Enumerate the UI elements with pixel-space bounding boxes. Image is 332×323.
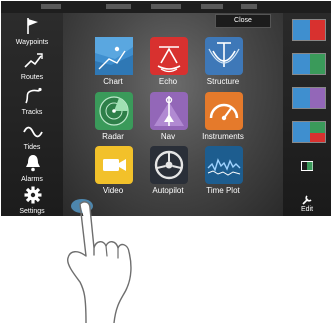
- close-button[interactable]: Close: [215, 14, 271, 28]
- status-indicator: [151, 4, 181, 9]
- nav-icon: [154, 96, 184, 126]
- edit-label: Edit: [300, 206, 314, 213]
- favorite-page-chart-nav[interactable]: [292, 87, 326, 109]
- status-indicator: [241, 4, 257, 9]
- autopilot-icon: [154, 150, 184, 180]
- sidebar: Waypoints Routes Tracks Tides Alarms Set…: [1, 13, 63, 216]
- sidebar-item-label: Routes: [20, 74, 44, 81]
- app-tile-time-plot[interactable]: Time Plot: [195, 146, 251, 202]
- sidebar-item-label: Tides: [23, 144, 41, 151]
- hand-pointer-icon: [67, 201, 132, 323]
- app-tile-chart[interactable]: Chart: [85, 37, 141, 93]
- sidebar-item-label: Alarms: [21, 176, 43, 183]
- status-indicator: [41, 4, 61, 9]
- app-tile-autopilot[interactable]: Autopilot: [140, 146, 196, 202]
- echo-icon: [157, 46, 181, 73]
- gear-icon: [24, 186, 42, 204]
- route-icon: [24, 53, 43, 68]
- favorite-page-chart-echo-radar[interactable]: [292, 121, 326, 143]
- radar-icon: [99, 96, 129, 126]
- sidebar-item-routes[interactable]: Routes: [1, 50, 63, 88]
- app-label: Time Plot: [206, 186, 240, 195]
- app-label: Structure: [206, 77, 240, 86]
- favorite-page-chart-radar[interactable]: [292, 53, 326, 75]
- bell-icon: [26, 155, 40, 172]
- tide-wave-icon: [23, 126, 43, 138]
- track-icon: [25, 87, 42, 104]
- app-tile-structure[interactable]: Structure: [195, 37, 251, 93]
- chart-icon: [95, 37, 133, 75]
- app-tile-radar[interactable]: Radar: [85, 92, 141, 148]
- sidebar-item-tracks[interactable]: Tracks: [1, 85, 63, 123]
- add-page-icon[interactable]: [301, 161, 313, 171]
- app-label: Instruments: [202, 132, 244, 141]
- display-screen: Waypoints Routes Tracks Tides Alarms Set…: [1, 1, 331, 216]
- sidebar-item-settings[interactable]: Settings: [1, 184, 63, 216]
- sidebar-item-label: Waypoints: [15, 39, 49, 46]
- flag-icon: [27, 18, 38, 34]
- video-icon: [103, 159, 126, 171]
- status-bar: [1, 1, 331, 13]
- time-plot-icon: [207, 158, 241, 176]
- status-indicator: [106, 4, 131, 9]
- structure-icon: [208, 42, 240, 67]
- sidebar-item-waypoints[interactable]: Waypoints: [1, 15, 63, 53]
- favorite-page-chart-echo[interactable]: [292, 19, 326, 41]
- instruments-icon: [209, 103, 239, 121]
- sidebar-item-label: Settings: [19, 208, 45, 215]
- sidebar-item-label: Tracks: [21, 109, 43, 116]
- app-launcher: Close Chart Echo Structure Radar Nav Ins…: [63, 13, 283, 216]
- app-tile-nav[interactable]: Nav: [140, 92, 196, 148]
- app-tile-instruments[interactable]: Instruments: [195, 92, 251, 148]
- favorites-panel: Edit: [283, 13, 331, 216]
- status-indicator: [201, 4, 223, 9]
- app-tile-echo[interactable]: Echo: [140, 37, 196, 93]
- app-tile-video[interactable]: Video: [85, 146, 141, 202]
- wrench-icon: [302, 195, 312, 205]
